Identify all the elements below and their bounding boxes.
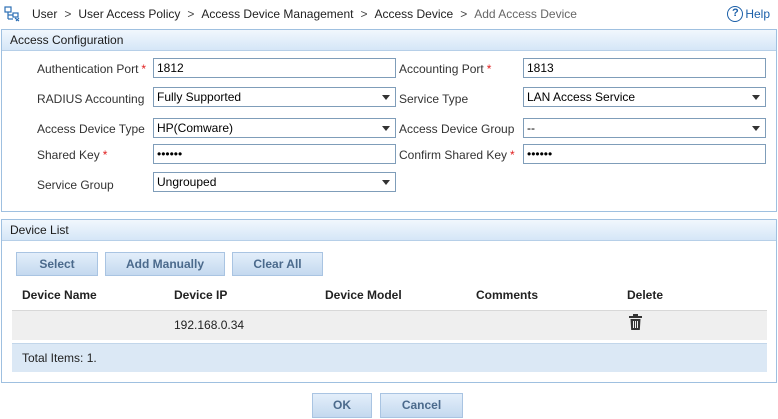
- breadcrumb-access-device[interactable]: Access Device: [375, 7, 454, 21]
- select-button[interactable]: Select: [16, 252, 98, 276]
- access-device-type-select[interactable]: HP(Comware): [153, 118, 396, 138]
- access-device-group-select[interactable]: --: [523, 118, 766, 138]
- top-bar: User > User Access Policy > Access Device Ma…: [0, 0, 778, 30]
- auth-port-label: Authentication Port *: [37, 62, 147, 76]
- access-device-group-label: Access Device Group: [399, 122, 515, 136]
- acct-port-label: Accounting Port *: [399, 62, 492, 76]
- breadcrumb-access-device-management[interactable]: Access Device Management: [201, 7, 353, 21]
- device-list-panel: Device List Select Add Manually Clear Al…: [1, 219, 777, 383]
- breadcrumb-user-access-policy[interactable]: User Access Policy: [78, 7, 180, 21]
- clear-all-button[interactable]: Clear All: [232, 252, 323, 276]
- access-device-type-label: Access Device Type: [37, 122, 145, 136]
- service-type-select[interactable]: LAN Access Service: [523, 87, 766, 107]
- table-row: [12, 310, 767, 340]
- col-device-model[interactable]: Device Model: [325, 288, 402, 302]
- device-list-title: Device List: [2, 220, 776, 241]
- breadcrumb-user[interactable]: User: [32, 7, 57, 21]
- chevron-down-icon: [752, 126, 760, 131]
- chevron-down-icon: [752, 95, 760, 100]
- breadcrumb-current: Add Access Device: [474, 7, 577, 21]
- col-device-name[interactable]: Device Name: [22, 288, 97, 302]
- radius-accounting-label: RADIUS Accounting: [37, 92, 145, 106]
- shared-key-input[interactable]: ••••••: [153, 144, 396, 164]
- help-circle-icon: ?: [727, 6, 744, 22]
- cell-device-ip: 192.168.0.34: [174, 318, 245, 332]
- chevron-down-icon: [382, 95, 390, 100]
- radius-accounting-select[interactable]: Fully Supported: [153, 87, 396, 107]
- chevron-down-icon: [382, 126, 390, 131]
- chevron-down-icon: [382, 180, 390, 185]
- ok-button[interactable]: OK: [312, 393, 372, 418]
- add-manually-button[interactable]: Add Manually: [105, 252, 225, 276]
- col-device-ip[interactable]: Device IP: [174, 288, 227, 302]
- shared-key-label: Shared Key *: [37, 148, 108, 162]
- breadcrumb: User > User Access Policy > Access Device Ma…: [32, 7, 577, 21]
- confirm-shared-key-label: Confirm Shared Key *: [399, 148, 515, 162]
- col-comments[interactable]: Comments: [476, 288, 538, 302]
- service-group-select[interactable]: Ungrouped: [153, 172, 396, 192]
- trash-icon[interactable]: [629, 314, 642, 330]
- total-items: Total Items: 1.: [12, 343, 767, 372]
- help-link[interactable]: ? Help: [727, 6, 770, 22]
- cancel-button[interactable]: Cancel: [380, 393, 463, 418]
- service-group-label: Service Group: [37, 178, 114, 192]
- auth-port-input[interactable]: 1812: [153, 58, 396, 78]
- confirm-shared-key-input[interactable]: ••••••: [523, 144, 766, 164]
- help-label: Help: [745, 7, 770, 21]
- access-configuration-panel: Access Configuration Authentication Port…: [1, 29, 777, 212]
- acct-port-input[interactable]: 1813: [523, 58, 766, 78]
- access-configuration-title: Access Configuration: [2, 30, 776, 51]
- col-delete: Delete: [627, 288, 664, 302]
- service-type-label: Service Type: [399, 92, 469, 106]
- config-tree-icon: [4, 6, 20, 22]
